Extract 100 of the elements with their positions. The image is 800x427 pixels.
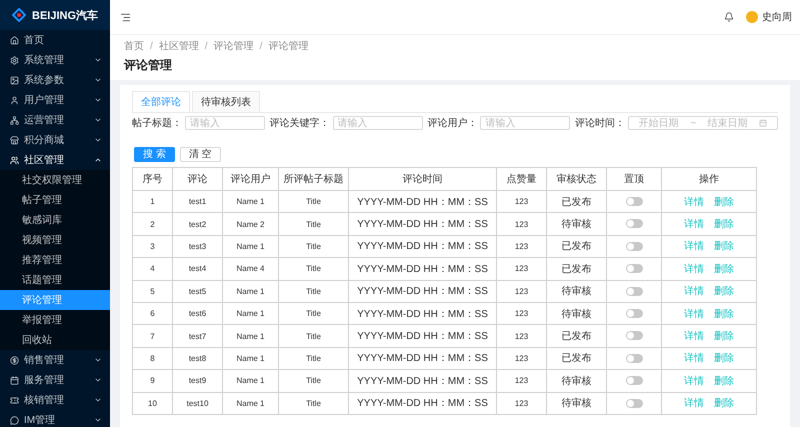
breadcrumb-item[interactable]: 首页 [124,39,144,53]
sidebar-item[interactable]: 服务管理 [0,370,110,390]
brand-name: BEIJING汽车 [32,8,98,22]
table-cell: Title [278,347,348,370]
clear-button[interactable]: 清 空 [180,147,221,162]
submenu-item[interactable]: 话题管理 [0,270,110,290]
pin-toggle[interactable] [626,398,642,408]
details-link[interactable]: 详情 [684,241,704,252]
menu-icon[interactable] [120,12,131,22]
delete-link[interactable]: 删除 [714,353,734,364]
table-cell: Name 2 [222,212,278,236]
submenu-item[interactable]: 帖子管理 [0,190,110,210]
breadcrumb-item[interactable]: 社区管理 [158,39,199,53]
details-link[interactable]: 详情 [684,376,704,387]
submenu-item[interactable]: 回收站 [0,330,110,350]
submenu-item[interactable]: 视频管理 [0,230,110,250]
filter-label: 帖子标题： [132,116,182,130]
breadcrumb-separator: / [204,40,208,52]
pin-toggle[interactable] [626,354,642,363]
table-cell: 123 [496,302,546,325]
details-link[interactable]: 详情 [684,286,704,298]
sidebar-item[interactable]: 运营管理 [0,110,110,130]
submenu-item[interactable]: 举报管理 [0,310,110,330]
image-icon [10,76,19,84]
details-link[interactable]: 详情 [684,353,704,364]
search-button[interactable]: 搜 索 [134,147,175,162]
bell-icon[interactable] [724,12,734,22]
column-header: 评论用户 [222,168,278,190]
pin-toggle[interactable] [626,197,642,206]
table-cell: test5 [172,280,222,302]
sidebar-item[interactable]: 积分商城 [0,130,110,150]
chevron-down-icon [94,76,102,84]
column-header: 置顶 [606,168,662,190]
delete-link[interactable]: 删除 [714,219,734,230]
ticket-icon [10,396,19,404]
details-link[interactable]: 详情 [684,308,704,320]
delete-link[interactable]: 删除 [714,376,734,387]
breadcrumb-item[interactable]: 评论管理 [214,39,254,53]
pin-toggle[interactable] [626,219,642,228]
pin-toggle[interactable] [626,286,642,296]
table-cell: Title [278,324,348,348]
pin-toggle[interactable] [626,264,642,274]
tab[interactable]: 待审核列表 [192,91,260,112]
chevron-down-icon [94,376,102,384]
table-cell: Name 1 [222,347,278,370]
sidebar-item[interactable]: 用户管理 [0,90,110,110]
submenu-item[interactable]: 敏感词库 [0,210,110,230]
table-cell: 待审核 [546,212,606,236]
delete-link[interactable]: 删除 [714,286,734,298]
sidebar-item[interactable]: 系统管理 [0,50,110,70]
home-icon [10,36,19,44]
table-cell: 已发布 [546,324,606,348]
table-cell: Name 1 [222,324,278,348]
delete-link[interactable]: 删除 [714,264,734,275]
delete-link[interactable]: 删除 [714,308,734,320]
submenu-item[interactable]: 推荐管理 [0,250,110,270]
sidebar-item[interactable]: 核销管理 [0,390,110,410]
table-cell: 已发布 [546,258,606,280]
tab[interactable]: 全部评论 [132,91,190,112]
table-cell: 123 [496,280,546,302]
pin-toggle[interactable] [626,331,642,340]
chevron-down-icon [94,416,102,424]
delete-link[interactable]: 删除 [714,196,734,208]
avatar[interactable] [746,11,758,23]
table-cell: 待审核 [546,302,606,325]
table-cell: Title [278,392,348,414]
delete-link[interactable]: 删除 [714,331,734,342]
date-range-field[interactable]: 开始日期 ~ 结束日期 [628,116,778,130]
input-field[interactable]: 请输入 [480,116,570,130]
input-field[interactable]: 请输入 [332,116,423,130]
input-field[interactable]: 请输入 [185,116,265,130]
network-icon [10,116,19,124]
pin-toggle[interactable] [626,242,642,251]
details-link[interactable]: 详情 [684,398,704,410]
sidebar-item[interactable]: 销售管理 [0,350,110,370]
chevron-up-icon [94,156,102,164]
details-link[interactable]: 详情 [684,331,704,342]
delete-link[interactable]: 删除 [714,398,734,410]
table-cell: test1 [172,190,222,213]
details-link[interactable]: 详情 [684,196,704,208]
table-cell: 123 [496,392,546,414]
pin-toggle[interactable] [626,309,642,318]
table-cell: 10 [132,392,172,414]
submenu-item[interactable]: 社交权限管理 [0,170,110,190]
breadcrumb-separator: / [150,40,153,52]
details-link[interactable]: 详情 [684,219,704,230]
sidebar-item[interactable]: IM管理 [0,410,110,427]
sidebar-item[interactable]: 系统参数 [0,70,110,90]
pin-toggle[interactable] [626,376,642,386]
table-cell: 已发布 [546,235,606,258]
sidebar-item[interactable]: 社区管理 [0,150,110,170]
chevron-down-icon [94,396,102,404]
delete-link[interactable]: 删除 [714,241,734,252]
table-cell: Title [278,370,348,392]
submenu-item[interactable]: 评论管理 [0,290,110,310]
column-header: 审核状态 [546,168,606,190]
table-cell: Title [278,212,348,236]
details-link[interactable]: 详情 [684,264,704,275]
sidebar-item[interactable]: 首页 [0,30,110,50]
table-cell: test2 [172,212,222,236]
